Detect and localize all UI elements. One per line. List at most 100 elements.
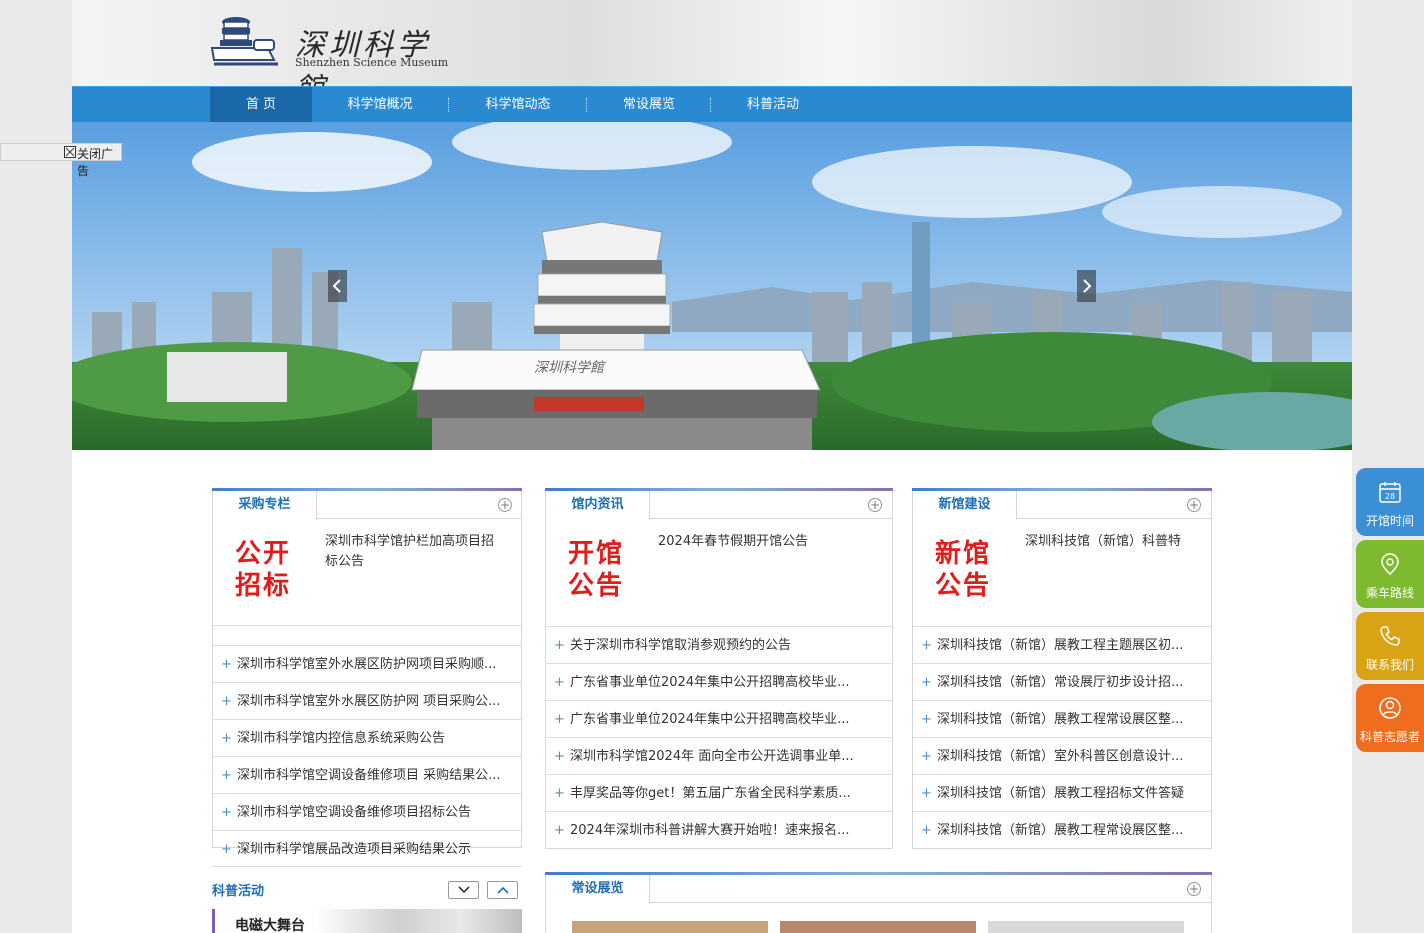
- activity-caption: 电磁大舞台: [235, 918, 305, 933]
- exhibit-thumbnail[interactable]: [780, 921, 976, 933]
- nav-item-overview[interactable]: 科学馆概况: [330, 87, 430, 123]
- calendar-icon: 28: [1379, 482, 1401, 503]
- promo-graphic[interactable]: 开馆 公告: [568, 538, 624, 602]
- promo-graphic[interactable]: 新馆 公告: [935, 538, 991, 602]
- nav-item-exhibits[interactable]: 常设展览: [606, 87, 692, 123]
- lead-article-link[interactable]: 深圳科技馆（新馆）科普特: [1025, 532, 1205, 552]
- list-item[interactable]: + 广东省事业单位2024年集中公开招聘高校毕业...: [546, 700, 892, 737]
- plus-bullet-icon: +: [554, 823, 565, 838]
- list-item[interactable]: + 广东省事业单位2024年集中公开招聘高校毕业...: [546, 663, 892, 700]
- banner-building-sign: 深圳科学館: [534, 360, 606, 376]
- list-item[interactable]: + 深圳市科学馆室外水展区防护网项目采购顺...: [213, 645, 521, 682]
- list-item-text: 深圳科技馆（新馆）展教工程招标文件答疑: [937, 786, 1185, 801]
- nav-divider: [586, 98, 587, 112]
- list-item-text: 关于深圳市科学馆取消参观预约的公告: [570, 638, 792, 653]
- plus-bullet-icon: +: [554, 749, 565, 764]
- side-label: 开馆时间: [1365, 514, 1414, 528]
- promo-line: 招标: [235, 571, 292, 601]
- more-plus-icon[interactable]: +: [1187, 882, 1201, 896]
- museum-logo-icon: [210, 17, 278, 66]
- more-plus-icon[interactable]: +: [868, 498, 882, 512]
- museum-panorama-image: 深圳科学館: [72, 122, 1352, 450]
- plus-bullet-icon: +: [221, 731, 232, 746]
- activity-slide[interactable]: 电磁大舞台: [212, 909, 522, 933]
- list-item[interactable]: + 深圳市科学馆室外水展区防护网 项目采购公...: [213, 682, 521, 719]
- plus-bullet-icon: +: [554, 675, 565, 690]
- list-item[interactable]: + 深圳市科学馆展品改造项目采购结果公示: [213, 830, 521, 867]
- site-logo[interactable]: 深圳科学館 Shenzhen Science Museum: [210, 12, 450, 107]
- list-item[interactable]: + 深圳科技馆（新馆）展教工程常设展区整...: [913, 700, 1211, 737]
- chevron-up-icon: [496, 886, 509, 894]
- list-item-text: 深圳科技馆（新馆）展教工程主题展区初...: [937, 638, 1184, 653]
- side-label: 联系我们: [1365, 658, 1414, 672]
- promo-line: 开馆: [568, 539, 625, 569]
- tab-purchase[interactable]: 采购专栏: [213, 491, 317, 520]
- news-panel: 馆内资讯 + 开馆 公告 2024年春节假期开馆公告 + 关于深圳市科学馆取消参观…: [545, 488, 893, 849]
- nav-item-activities[interactable]: 科普活动: [730, 87, 816, 123]
- plus-bullet-icon: +: [221, 657, 232, 672]
- more-plus-icon[interactable]: +: [1187, 498, 1201, 512]
- hero-banner[interactable]: 深圳科学館: [72, 122, 1352, 450]
- tab-news[interactable]: 馆内资讯: [546, 491, 650, 520]
- list-item[interactable]: + 深圳市科学馆空调设备维修项目 采购结果公...: [213, 756, 521, 793]
- tab-exhibit[interactable]: 常设展览: [546, 875, 650, 904]
- news-list: + 关于深圳市科学馆取消参观预约的公告 + 广东省事业单位2024年集中公开招聘高校…: [546, 626, 892, 848]
- list-item-text: 广东省事业单位2024年集中公开招聘高校毕业...: [570, 675, 850, 690]
- list-item[interactable]: + 深圳市科学馆空调设备维修项目招标公告: [213, 793, 521, 830]
- page: 深圳科学館 Shenzhen Science Museum 首 页 科学馆概况 …: [72, 0, 1352, 933]
- list-item-text: 广东省事业单位2024年集中公开招聘高校毕业...: [570, 712, 850, 727]
- list-item[interactable]: + 深圳科技馆（新馆）室外科普区创意设计...: [913, 737, 1211, 774]
- list-item[interactable]: + 深圳科技馆（新馆）展教工程主题展区初...: [913, 626, 1211, 663]
- location-pin-icon: [1381, 553, 1399, 575]
- exhibit-thumbnail[interactable]: [988, 921, 1184, 933]
- close-ad-button[interactable]: 关闭广告: [0, 143, 122, 178]
- promo-line: 公告: [568, 571, 625, 601]
- list-item[interactable]: + 丰厚奖品等你get！第五届广东省全民科学素质...: [546, 774, 892, 811]
- lead-article-link[interactable]: 深圳市科学馆护栏加高项目招标公告: [325, 532, 505, 572]
- side-route-button[interactable]: 乘车路线: [1356, 540, 1424, 608]
- logo-english-name: Shenzhen Science Museum: [295, 56, 449, 69]
- list-item[interactable]: + 深圳科技馆（新馆）展教工程常设展区整...: [913, 811, 1211, 848]
- purchase-list: + 深圳市科学馆室外水展区防护网项目采购顺... + 深圳市科学馆室外水展区防护网 …: [213, 625, 521, 867]
- banner-prev-button[interactable]: [328, 270, 347, 302]
- list-item-text: 深圳市科学馆室外水展区防护网项目采购顺...: [237, 657, 497, 672]
- side-opening-hours-button[interactable]: 28 开馆时间: [1356, 468, 1424, 536]
- panel-header: 馆内资讯 +: [546, 491, 892, 520]
- plus-bullet-icon: +: [921, 823, 932, 838]
- plus-bullet-icon: +: [554, 638, 565, 653]
- nav-item-news[interactable]: 科学馆动态: [468, 87, 568, 123]
- new-hall-list: + 深圳科技馆（新馆）展教工程主题展区初... + 深圳科技馆（新馆）常设展厅初步设…: [913, 626, 1211, 848]
- side-label: 科普志愿者: [1359, 730, 1420, 744]
- promo-graphic[interactable]: 公开 招标: [235, 538, 291, 602]
- tab-new-hall[interactable]: 新馆建设: [913, 491, 1017, 520]
- side-label: 乘车路线: [1365, 586, 1414, 600]
- activity-up-button[interactable]: [487, 881, 518, 899]
- phone-icon: [1380, 626, 1400, 646]
- list-item-text: 丰厚奖品等你get！第五届广东省全民科学素质...: [570, 786, 851, 801]
- new-hall-panel: 新馆建设 + 新馆 公告 深圳科技馆（新馆）科普特 + 深圳科技馆（新馆）展教工程…: [912, 488, 1212, 849]
- list-item[interactable]: + 关于深圳市科学馆取消参观预约的公告: [546, 626, 892, 663]
- nav-divider: [710, 98, 711, 112]
- plus-bullet-icon: +: [221, 694, 232, 709]
- banner-next-button[interactable]: [1077, 270, 1096, 302]
- list-item[interactable]: + 深圳市科学馆2024年 面向全市公开选调事业单...: [546, 737, 892, 774]
- list-item-text: 深圳科技馆（新馆）常设展厅初步设计招...: [937, 675, 1184, 690]
- list-item-text: 深圳市科学馆空调设备维修项目 采购结果公...: [237, 768, 501, 783]
- main-nav: 首 页 科学馆概况 科学馆动态 常设展览 科普活动: [72, 86, 1352, 123]
- activity-down-button[interactable]: [448, 881, 479, 899]
- site-header: 深圳科学館 Shenzhen Science Museum: [72, 0, 1352, 107]
- list-item[interactable]: + 深圳科技馆（新馆）展教工程招标文件答疑: [913, 774, 1211, 811]
- more-plus-icon[interactable]: +: [498, 498, 512, 512]
- exhibit-thumbnail[interactable]: [572, 921, 768, 933]
- list-item-text: 深圳市科学馆展品改造项目采购结果公示: [237, 842, 472, 857]
- plus-bullet-icon: +: [921, 786, 932, 801]
- list-item[interactable]: +2024年深圳市科普讲解大赛开始啦！速来报名...: [546, 811, 892, 848]
- chevron-down-icon: [457, 886, 470, 894]
- nav-item-home[interactable]: 首 页: [210, 87, 312, 123]
- side-contact-button[interactable]: 联系我们: [1356, 612, 1424, 680]
- side-volunteer-button[interactable]: 科普志愿者: [1356, 684, 1424, 752]
- list-item[interactable]: + 深圳市科学馆内控信息系统采购公告: [213, 719, 521, 756]
- promo-line: 新馆: [935, 539, 992, 569]
- lead-article-link[interactable]: 2024年春节假期开馆公告: [658, 532, 838, 552]
- list-item[interactable]: + 深圳科技馆（新馆）常设展厅初步设计招...: [913, 663, 1211, 700]
